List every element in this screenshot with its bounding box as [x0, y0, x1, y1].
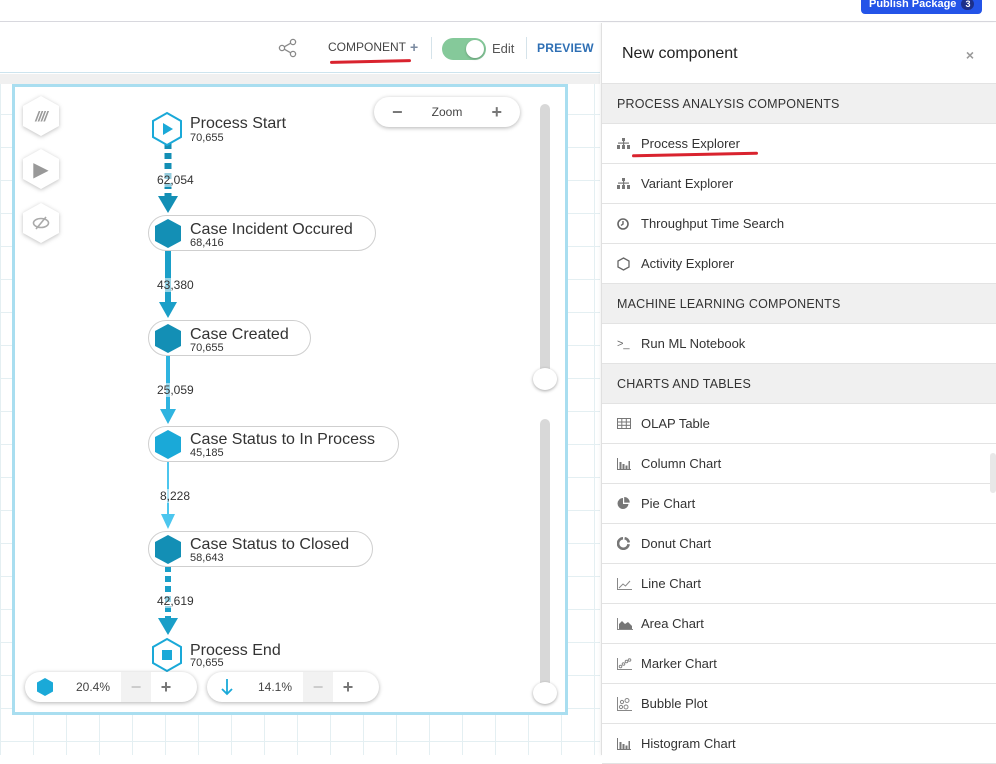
sitemap-icon — [617, 138, 641, 149]
marker-chart-icon — [617, 657, 641, 670]
hexagon-icon — [25, 677, 65, 697]
connection-filter-control: 14.1% − + — [207, 672, 379, 702]
sitemap-icon — [617, 178, 641, 189]
item-label: Activity Explorer — [641, 256, 735, 271]
item-label: Donut Chart — [641, 536, 712, 551]
area-chart-icon — [617, 617, 641, 630]
edge-label: 25,059 — [157, 383, 194, 397]
component-item-histogram-chart[interactable]: Histogram Chart — [602, 724, 996, 764]
component-item-olap-table[interactable]: OLAP Table — [602, 404, 996, 444]
terminal-icon: >_ — [617, 337, 630, 350]
arrow-down-icon — [207, 678, 247, 696]
component-item-donut-chart[interactable]: Donut Chart — [602, 524, 996, 564]
activity-decrease-button[interactable]: − — [121, 672, 151, 702]
item-label: OLAP Table — [641, 416, 710, 431]
item-label: Marker Chart — [641, 656, 717, 671]
edge-label: 62,054 — [157, 173, 194, 187]
item-label: Line Chart — [641, 576, 701, 591]
component-item-column-chart[interactable]: Column Chart — [602, 444, 996, 484]
end-node-icon[interactable] — [152, 637, 182, 673]
edge-label: 8,228 — [160, 489, 191, 503]
activity-increase-button[interactable]: + — [151, 672, 181, 702]
play-icon: ▶ — [33, 158, 49, 181]
publish-label: Publish Package — [869, 0, 957, 10]
close-icon[interactable]: × — [966, 47, 974, 63]
hexagon-icon — [617, 256, 641, 271]
activity-filter-control: 20.4% − + — [25, 672, 197, 702]
item-label: Process Explorer — [641, 136, 740, 151]
new-component-panel: New component × PROCESS ANALYSIS COMPONE… — [601, 23, 996, 764]
item-label: Run ML Notebook — [641, 336, 746, 351]
node-count: 70,655 — [190, 132, 224, 144]
clock-icon — [617, 217, 641, 230]
node-count: 70,655 — [190, 657, 224, 669]
pie-chart-icon — [617, 497, 641, 510]
publish-count-badge: 3 — [961, 0, 975, 10]
panel-scrollbar[interactable] — [990, 453, 996, 493]
component-item-area-chart[interactable]: Area Chart — [602, 604, 996, 644]
donut-chart-icon — [617, 537, 641, 550]
node-label: Process Start — [190, 115, 287, 132]
section-header: MACHINE LEARNING COMPONENTS — [602, 284, 996, 324]
node-count: 58,643 — [190, 552, 224, 564]
activity-filter-value: 20.4% — [75, 680, 111, 694]
component-item-throughput-time-search[interactable]: Throughput Time Search — [602, 204, 996, 244]
component-item-variant-explorer[interactable]: Variant Explorer — [602, 164, 996, 204]
component-item-run-ml-notebook[interactable]: >_ Run ML Notebook — [602, 324, 996, 364]
connection-increase-button[interactable]: + — [333, 672, 363, 702]
edge-label: 43,380 — [157, 278, 194, 292]
process-graph — [152, 111, 182, 673]
item-label: Throughput Time Search — [641, 216, 785, 231]
panel-title: New component — [622, 45, 738, 62]
component-item-pie-chart[interactable]: Pie Chart — [602, 484, 996, 524]
node-count: 45,185 — [190, 447, 224, 459]
publish-package-button[interactable]: Publish Package 3 — [861, 0, 983, 14]
histogram-icon — [617, 737, 641, 750]
component-item-marker-chart[interactable]: Marker Chart — [602, 644, 996, 684]
component-item-process-explorer[interactable]: Process Explorer — [602, 124, 996, 164]
item-label: Pie Chart — [641, 496, 696, 511]
item-label: Area Chart — [641, 616, 704, 631]
connection-filter-value: 14.1% — [257, 680, 293, 694]
item-label: Histogram Chart — [641, 736, 736, 751]
table-icon — [617, 418, 641, 429]
component-item-line-chart[interactable]: Line Chart — [602, 564, 996, 604]
connection-decrease-button[interactable]: − — [303, 672, 333, 702]
bubble-plot-icon — [617, 696, 641, 711]
section-header: PROCESS ANALYSIS COMPONENTS — [602, 84, 996, 124]
item-label: Column Chart — [641, 456, 722, 471]
tally-icon: //// — [35, 108, 48, 124]
column-chart-icon — [617, 457, 641, 470]
line-chart-icon — [617, 577, 641, 590]
item-label: Bubble Plot — [641, 696, 708, 711]
component-item-activity-explorer[interactable]: Activity Explorer — [602, 244, 996, 284]
section-header: CHARTS AND TABLES — [602, 364, 996, 404]
node-count: 70,655 — [190, 342, 224, 354]
start-node-icon[interactable] — [152, 111, 182, 147]
item-label: Variant Explorer — [641, 176, 734, 191]
node-count: 68,416 — [190, 237, 224, 249]
panel-header: New component × — [602, 23, 996, 84]
component-item-bubble-plot[interactable]: Bubble Plot — [602, 684, 996, 724]
edge-label: 42,619 — [157, 594, 194, 608]
eye-slash-icon — [32, 216, 50, 230]
